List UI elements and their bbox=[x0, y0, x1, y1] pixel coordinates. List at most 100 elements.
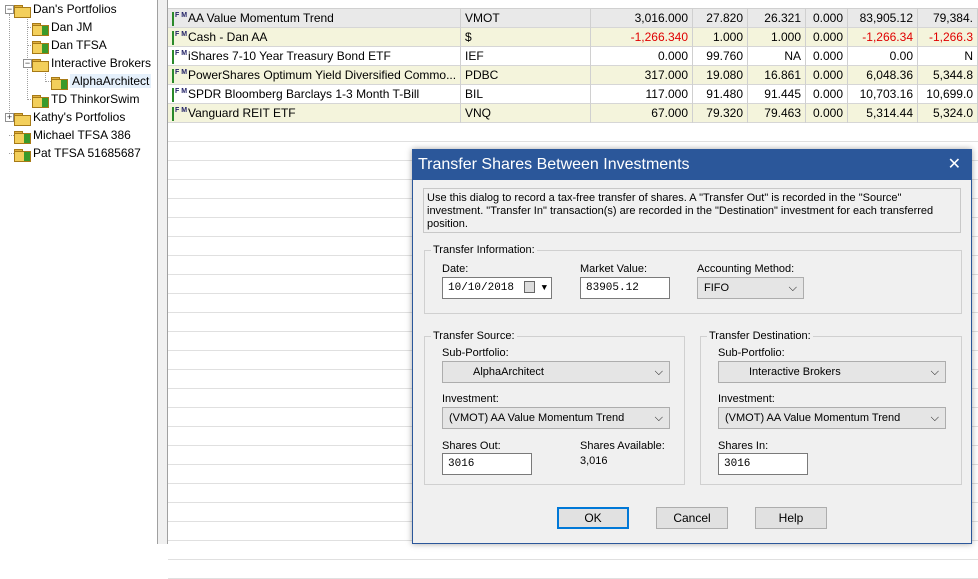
table-row[interactable]: F MPowerShares Optimum Yield Diversified… bbox=[168, 66, 978, 85]
date-value: 10/10/2018 bbox=[448, 282, 515, 294]
cell-price: 99.760 bbox=[693, 47, 748, 66]
portfolio-folder-icon bbox=[32, 22, 49, 36]
accounting-method-value: FIFO bbox=[704, 282, 730, 294]
tree-item-alphaarchitect[interactable]: AlphaArchitect bbox=[51, 72, 152, 90]
table-row[interactable]: F MCash - Dan AA $ -1,266.340 1.000 1.000 0.0… bbox=[168, 28, 978, 47]
cell-value: 6,048.36 bbox=[848, 66, 918, 85]
tree-item-kathys-portfolios[interactable]: Kathy's Portfolios bbox=[14, 108, 125, 126]
accounting-method-select[interactable]: FIFO ⌵ bbox=[697, 277, 804, 299]
tree-item-dans-portfolios[interactable]: Dan's Portfolios bbox=[14, 0, 117, 18]
investment-name: AA Value Momentum Trend bbox=[188, 11, 334, 25]
tree-item-label: TD ThinkorSwim bbox=[51, 92, 140, 106]
chevron-down-icon: ⌵ bbox=[930, 412, 939, 424]
expand-icon[interactable]: + bbox=[5, 113, 14, 122]
investment-name: iShares 7-10 Year Treasury Bond ETF bbox=[188, 49, 391, 63]
tree-item-label: Dan's Portfolios bbox=[33, 2, 117, 16]
empty-row bbox=[168, 560, 978, 579]
cell-value2: 5,344.8 bbox=[918, 66, 978, 85]
shares-out-label: Shares Out: bbox=[442, 440, 501, 452]
tree-item-label: Dan JM bbox=[51, 20, 93, 34]
shares-out-field[interactable]: 3016 bbox=[442, 453, 532, 475]
market-value-field[interactable]: 83905.12 bbox=[580, 277, 670, 299]
cell-value2: 5,324.0 bbox=[918, 104, 978, 123]
accounting-method-label: Accounting Method: bbox=[697, 263, 795, 275]
portfolio-folder-icon bbox=[32, 40, 49, 54]
chevron-down-icon: ⌵ bbox=[654, 412, 663, 424]
tree-item-label-selected: AlphaArchitect bbox=[70, 74, 152, 88]
cell-price: 1.000 bbox=[693, 28, 748, 47]
fund-type-icon: F M bbox=[172, 87, 187, 102]
destination-investment-label: Investment: bbox=[718, 393, 775, 405]
chevron-down-icon[interactable]: ▼ bbox=[542, 278, 547, 298]
fund-type-icon: F M bbox=[172, 30, 187, 45]
source-investment-select[interactable]: (VMOT) AA Value Momentum Trend ⌵ bbox=[442, 407, 670, 429]
cell-cost: 91.445 bbox=[748, 85, 806, 104]
cell-name: F MCash - Dan AA bbox=[168, 28, 461, 47]
folder-icon bbox=[14, 112, 31, 126]
cell-name: F MPowerShares Optimum Yield Diversified… bbox=[168, 66, 461, 85]
tree-item-interactive-brokers[interactable]: Interactive Brokers bbox=[32, 54, 151, 72]
cell-shares: 0.000 bbox=[591, 47, 693, 66]
destination-subportfolio-value: Interactive Brokers bbox=[749, 366, 841, 378]
market-value-label: Market Value: bbox=[580, 263, 648, 275]
cell-cost: 79.463 bbox=[748, 104, 806, 123]
cell-cost: 1.000 bbox=[748, 28, 806, 47]
shares-in-label: Shares In: bbox=[718, 440, 769, 452]
cell-value2: N bbox=[918, 47, 978, 66]
chevron-down-icon: ⌵ bbox=[788, 282, 797, 294]
close-icon[interactable]: ✕ bbox=[948, 154, 961, 176]
cell-value: -1,266.34 bbox=[848, 28, 918, 47]
ok-button[interactable]: OK bbox=[557, 507, 629, 529]
cell-name: F MiShares 7-10 Year Treasury Bond ETF bbox=[168, 47, 461, 66]
help-button[interactable]: Help bbox=[755, 507, 827, 529]
cell-value2: -1,266.3 bbox=[918, 28, 978, 47]
transfer-shares-dialog: Transfer Shares Between Investments ✕ Us… bbox=[412, 149, 972, 544]
tree-item-pat-tfsa[interactable]: Pat TFSA 51685687 bbox=[14, 144, 141, 162]
cell-name: F MSPDR Bloomberg Barclays 1-3 Month T-B… bbox=[168, 85, 461, 104]
date-field[interactable]: 10/10/2018 ▼ bbox=[442, 277, 552, 299]
tree-item-dan-jm[interactable]: Dan JM bbox=[32, 18, 92, 36]
dialog-title: Transfer Shares Between Investments bbox=[413, 150, 971, 180]
group-legend: Transfer Destination: bbox=[709, 330, 811, 342]
cell-value: 5,314.44 bbox=[848, 104, 918, 123]
destination-subportfolio-label: Sub-Portfolio: bbox=[718, 347, 785, 359]
collapse-icon[interactable]: − bbox=[23, 59, 32, 68]
table-row[interactable]: F MVanguard REIT ETF VNQ 67.000 79.320 79.46… bbox=[168, 104, 978, 123]
dialog-description: Use this dialog to record a tax-free tra… bbox=[423, 188, 961, 233]
portfolio-folder-icon bbox=[32, 94, 49, 108]
destination-investment-select[interactable]: (VMOT) AA Value Momentum Trend ⌵ bbox=[718, 407, 946, 429]
calendar-icon[interactable] bbox=[524, 281, 535, 293]
cell-price: 79.320 bbox=[693, 104, 748, 123]
cell-change: 0.000 bbox=[806, 47, 848, 66]
portfolio-folder-icon bbox=[51, 76, 68, 90]
date-label: Date: bbox=[442, 263, 469, 275]
investment-name: SPDR Bloomberg Barclays 1-3 Month T-Bill bbox=[188, 87, 420, 101]
tree-item-td-thinkorswim[interactable]: TD ThinkorSwim bbox=[32, 90, 139, 108]
table-row[interactable]: F MiShares 7-10 Year Treasury Bond ETF IE… bbox=[168, 47, 978, 66]
shares-available-label: Shares Available: bbox=[580, 440, 665, 452]
collapse-icon[interactable]: − bbox=[5, 5, 14, 14]
cell-symbol: BIL bbox=[461, 85, 591, 104]
table-row[interactable]: F MAA Value Momentum Trend VMOT 3,016.000 2… bbox=[168, 9, 978, 28]
cell-shares: 67.000 bbox=[591, 104, 693, 123]
cell-symbol: $ bbox=[461, 28, 591, 47]
cell-value: 0.00 bbox=[848, 47, 918, 66]
table-row[interactable]: F MSPDR Bloomberg Barclays 1-3 Month T-B… bbox=[168, 85, 978, 104]
tree-item-michael-tfsa[interactable]: Michael TFSA 386 bbox=[14, 126, 131, 144]
source-investment-label: Investment: bbox=[442, 393, 499, 405]
tree-item-dan-tfsa[interactable]: Dan TFSA bbox=[32, 36, 107, 54]
cell-name: F MAA Value Momentum Trend bbox=[168, 9, 461, 28]
cell-shares: 317.000 bbox=[591, 66, 693, 85]
empty-row bbox=[168, 123, 978, 142]
cell-value2: 79,384. bbox=[918, 9, 978, 28]
shares-in-field[interactable]: 3016 bbox=[718, 453, 808, 475]
source-subportfolio-select[interactable]: AlphaArchitect ⌵ bbox=[442, 361, 670, 383]
destination-subportfolio-select[interactable]: Interactive Brokers ⌵ bbox=[718, 361, 946, 383]
source-subportfolio-label: Sub-Portfolio: bbox=[442, 347, 509, 359]
fund-type-icon: F M bbox=[172, 68, 187, 83]
cancel-button[interactable]: Cancel bbox=[656, 507, 728, 529]
pane-splitter[interactable] bbox=[158, 0, 168, 544]
cell-price: 19.080 bbox=[693, 66, 748, 85]
cell-value2: 10,699.0 bbox=[918, 85, 978, 104]
cell-shares: 3,016.000 bbox=[591, 9, 693, 28]
